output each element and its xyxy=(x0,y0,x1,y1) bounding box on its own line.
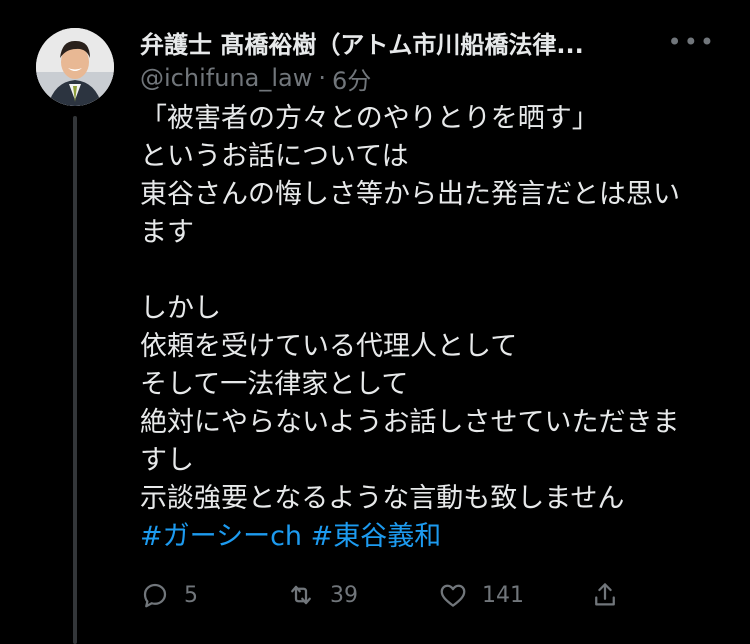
hashtag-link[interactable]: #ガーシーch xyxy=(140,521,302,552)
user-handle[interactable]: @ichifuna_law xyxy=(140,64,312,92)
tweet-text-line: 絶対にやらないようお話しさせていただきま xyxy=(140,407,680,438)
reply-count: 5 xyxy=(184,582,198,608)
separator: · xyxy=(318,64,326,92)
tweet-text-line: そして一法律家として xyxy=(140,369,409,400)
reply-button[interactable]: 5 xyxy=(140,580,198,610)
thread-line xyxy=(73,116,77,644)
avatar-photo xyxy=(36,28,114,106)
tweet-text-line: ます xyxy=(140,217,194,248)
like-button[interactable]: 141 xyxy=(438,580,524,610)
hashtag-link[interactable]: #東谷義和 xyxy=(311,521,442,552)
tweet-header: 弁護士 髙橋裕樹（アトム市川船橋法律... ••• @ichifuna_law … xyxy=(140,24,714,96)
share-button[interactable] xyxy=(590,580,620,610)
retweet-button[interactable]: 39 xyxy=(286,580,358,610)
retweet-icon xyxy=(291,585,311,605)
tweet-text-line: 「被害者の方々とのやりとりを晒す」 xyxy=(140,103,599,134)
more-icon[interactable]: ••• xyxy=(668,28,716,56)
reply-icon xyxy=(143,583,167,608)
tweet-actions: 5 39 141 xyxy=(140,580,640,616)
tweet-text-line: 依頼を受けている代理人として xyxy=(140,331,518,362)
timestamp[interactable]: 6分 xyxy=(332,61,371,96)
hashtag-row: #ガーシーch #東谷義和 xyxy=(140,518,710,556)
retweet-count: 39 xyxy=(330,582,358,608)
like-count: 141 xyxy=(482,582,524,608)
tweet-body: 「被害者の方々とのやりとりを晒す」 というお話については 東谷さんの悔しさ等から… xyxy=(140,100,710,556)
tweet-text-line: すし xyxy=(140,445,194,476)
tweet-text-line: 示談強要となるような言動も致しません xyxy=(140,483,625,514)
tweet-text-line: というお話については xyxy=(140,141,409,172)
share-icon xyxy=(595,583,615,606)
avatar[interactable] xyxy=(36,28,114,106)
heart-icon xyxy=(440,584,466,607)
tweet-text-line: しかし xyxy=(140,293,221,324)
tweet-text-line: 東谷さんの悔しさ等から出た発言だとは思い xyxy=(140,179,680,210)
display-name[interactable]: 弁護士 髙橋裕樹（アトム市川船橋法律... xyxy=(140,25,584,60)
